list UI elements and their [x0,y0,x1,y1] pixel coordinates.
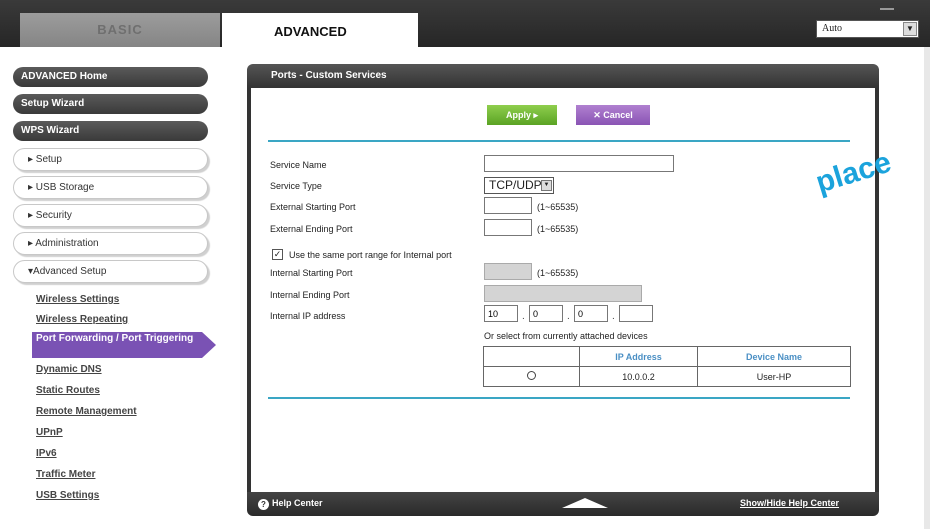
window-edge [924,47,930,529]
ip-dot: . [612,311,615,322]
device-ip: 10.0.0.2 [579,366,698,387]
ip-dot: . [522,311,525,322]
table-row[interactable]: 10.0.0.2 User-HP [483,366,851,387]
internal-start-hint: (1~65535) [537,268,579,278]
sidebar-link-port-forwarding[interactable]: Port Forwarding / Port Triggering [32,332,216,358]
sidebar-link-usb-settings[interactable]: USB Settings [36,490,99,501]
ip-octet-1-input[interactable] [484,305,518,322]
device-radio-cell[interactable] [483,366,580,387]
divider-bottom [268,397,850,399]
sidebar-link-dynamic-dns[interactable]: Dynamic DNS [36,364,102,375]
tab-advanced[interactable]: ADVANCED [222,13,418,47]
help-icon: ? [258,499,269,510]
internal-start-label: Internal Starting Port [270,268,353,278]
show-hide-help-link[interactable]: Show/Hide Help Center [740,498,839,508]
service-type-select[interactable]: TCP/UDP ▼ [484,177,554,194]
internal-start-input[interactable] [484,263,532,280]
external-start-hint: (1~65535) [537,202,579,212]
help-center-label[interactable]: Help Center [272,498,323,508]
service-name-label: Service Name [270,160,327,170]
sidebar-link-wireless-repeating[interactable]: Wireless Repeating [36,314,128,325]
tab-basic[interactable]: BASIC [20,13,220,47]
ip-octet-4-input[interactable] [619,305,653,322]
external-start-label: External Starting Port [270,202,356,212]
sidebar-item-setup-wizard[interactable]: Setup Wizard [13,94,208,114]
external-end-input[interactable] [484,219,532,236]
panel-title: Ports - Custom Services [247,64,879,88]
sidebar-link-upnp[interactable]: UPnP [36,427,63,438]
service-type-label: Service Type [270,181,322,191]
sidebar-link-port-forwarding-label: Port Forwarding / Port Triggering [36,333,194,344]
internal-end-label: Internal Ending Port [270,290,350,300]
internal-ip-label: Internal IP address [270,311,346,321]
same-range-checkbox[interactable]: ✓ [272,249,283,260]
table-header-select [483,346,580,367]
external-end-hint: (1~65535) [537,224,579,234]
sidebar-link-static-routes[interactable]: Static Routes [36,385,100,396]
sidebar-link-remote-management[interactable]: Remote Management [36,406,137,417]
ip-octet-3-input[interactable] [574,305,608,322]
internal-end-input[interactable] [484,285,642,302]
chevron-down-icon: ▼ [541,180,552,191]
service-name-input[interactable] [484,155,674,172]
apply-button[interactable]: Apply ▸ [487,105,557,125]
sidebar-link-wireless-settings[interactable]: Wireless Settings [36,294,119,305]
table-header-device-name: Device Name [697,346,851,367]
device-name: User-HP [697,366,851,387]
minimize-icon [880,8,894,10]
external-end-label: External Ending Port [270,224,353,234]
divider-top [268,140,850,142]
sidebar-item-wps-wizard[interactable]: WPS Wizard [13,121,208,141]
service-type-value: TCP/UDP [489,178,542,192]
attached-devices-table: IP Address Device Name 10.0.0.2 User-HP [483,346,851,387]
language-select[interactable]: Auto ▼ [816,20,919,38]
sidebar-link-traffic-meter[interactable]: Traffic Meter [36,469,95,480]
device-radio[interactable] [527,371,536,380]
table-header-row: IP Address Device Name [483,346,851,367]
same-range-label: Use the same port range for Internal por… [289,250,452,260]
ip-octet-2-input[interactable] [529,305,563,322]
sidebar-section-advanced-setup[interactable]: ▾Advanced Setup [13,260,208,283]
ip-dot: . [567,311,570,322]
sidebar-section-administration[interactable]: ▸ Administration [13,232,208,255]
sidebar-section-security[interactable]: ▸ Security [13,204,208,227]
table-header-ip: IP Address [579,346,698,367]
sidebar-section-usb-storage[interactable]: ▸ USB Storage [13,176,208,199]
chevron-down-icon: ▼ [903,22,917,36]
language-select-value: Auto [822,23,842,34]
sidebar-link-ipv6[interactable]: IPv6 [36,448,57,459]
sidebar-item-advanced-home[interactable]: ADVANCED Home [13,67,208,87]
expand-arrow-icon[interactable] [562,496,608,508]
sidebar-section-setup[interactable]: ▸ Setup [13,148,208,171]
devices-caption: Or select from currently attached device… [484,331,648,341]
external-start-input[interactable] [484,197,532,214]
cancel-button[interactable]: ✕ Cancel [576,105,650,125]
